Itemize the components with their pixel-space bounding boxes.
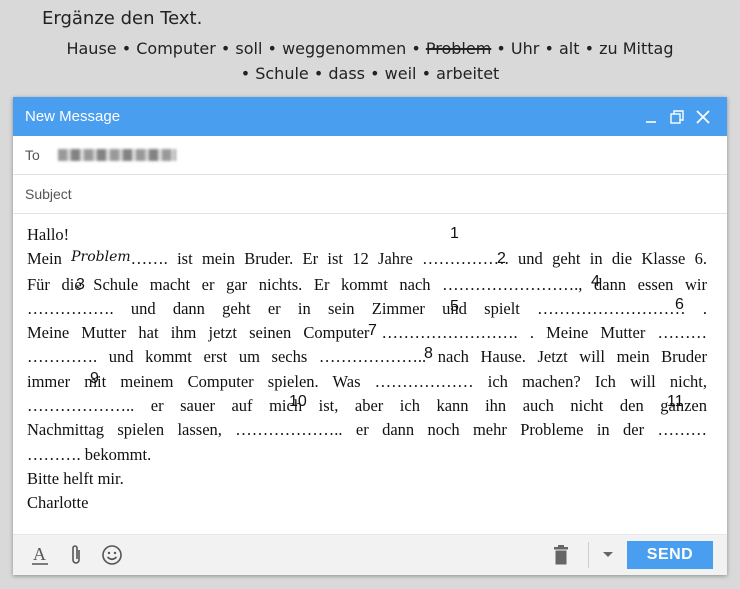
word: Hause — [66, 39, 117, 58]
letter-line: …………. und kommt erst um sechs ……………….. n… — [27, 347, 707, 367]
word: alt — [558, 39, 580, 58]
blank-number: 4 — [591, 273, 600, 290]
blank-number: 7 — [368, 322, 377, 339]
signature: Charlotte — [27, 493, 89, 513]
separator: • — [220, 39, 231, 58]
separator: • — [411, 39, 421, 58]
message-body[interactable]: Hallo! Mein Problem……. ist mein Bruder. … — [27, 223, 707, 516]
letter-line: Mein Problem……. ist mein Bruder. Er ist … — [27, 249, 707, 269]
letter-line: immer mit meinem Computer spielen. Was …… — [27, 371, 707, 391]
letter-line: ……………….. er sauer auf mich ist, aber ich… — [27, 396, 707, 416]
title-bar: New Message — [13, 97, 727, 136]
letter-line: ……………. und dann geht er in sein Zimmer u… — [27, 298, 707, 318]
compose-window: New Message To Subject Hallo! Mein Probl… — [13, 97, 727, 575]
letter-line: Nachmittag spielen lassen, ……………….. er d… — [27, 420, 707, 440]
letter-line: Meine Mutter hat ihm jetzt seinen Comput… — [27, 323, 707, 343]
separator: • — [370, 64, 380, 83]
emoji-icon[interactable] — [99, 542, 125, 568]
separator: • — [421, 64, 431, 83]
separator: • — [267, 39, 277, 58]
more-options-chevron-down-icon[interactable] — [599, 542, 617, 568]
word: weil — [384, 64, 417, 83]
blank-number: 3 — [76, 276, 85, 293]
separator: • — [496, 39, 506, 58]
letter-line: ………. bekommt. — [27, 444, 152, 464]
svg-text:A: A — [33, 544, 46, 564]
separator: • — [313, 64, 324, 83]
letter-line: Für die Schule macht er gar nichts. Er k… — [27, 274, 707, 294]
blank-number: 9 — [90, 370, 99, 387]
separator: • — [121, 39, 132, 58]
blank-number: 6 — [675, 296, 684, 313]
subject-field[interactable]: Subject — [13, 175, 727, 214]
compose-toolbar: A SEND — [13, 534, 727, 575]
word: dass — [328, 64, 366, 83]
word: weggenommen — [282, 39, 407, 58]
blurred-recipient — [57, 149, 176, 161]
attach-icon[interactable] — [63, 542, 89, 568]
subject-label: Subject — [25, 186, 72, 202]
word-bank-line-1: Hause • Computer • soll • weggenommen • … — [0, 39, 740, 58]
separator: • — [240, 64, 251, 83]
instruction: Ergänze den Text. — [42, 8, 203, 29]
minimize-icon[interactable] — [639, 105, 663, 129]
blank-number: 11 — [667, 393, 684, 410]
blank-number: 8 — [424, 345, 433, 362]
close-icon[interactable] — [691, 105, 715, 129]
text-format-icon[interactable]: A — [27, 542, 53, 568]
word-struck: Problem — [425, 39, 492, 58]
to-label: To — [25, 147, 40, 163]
window-title: New Message — [25, 108, 121, 125]
blank-number: 10 — [289, 393, 307, 410]
word: zu Mittag — [599, 39, 674, 58]
send-button[interactable]: SEND — [627, 541, 713, 569]
word: Schule — [255, 64, 309, 83]
word: soll — [235, 39, 263, 58]
blank-number: 5 — [450, 298, 459, 315]
separator: • — [544, 39, 554, 58]
to-field[interactable]: To — [13, 136, 727, 175]
trash-icon[interactable] — [548, 542, 574, 568]
word: Uhr — [510, 39, 540, 58]
greeting: Hallo! — [27, 225, 70, 244]
closing: Bitte helft mir. — [27, 468, 124, 488]
word: arbeitet — [436, 64, 500, 83]
separator: • — [584, 39, 595, 58]
word-bank-line-2: • Schule • dass • weil • arbeitet — [0, 64, 740, 83]
blank-number: 1 — [450, 225, 459, 242]
popout-icon[interactable] — [665, 105, 689, 129]
blank-number: 2 — [497, 250, 506, 267]
handwritten-answer: Problem — [71, 249, 131, 266]
word: Computer — [136, 39, 216, 58]
